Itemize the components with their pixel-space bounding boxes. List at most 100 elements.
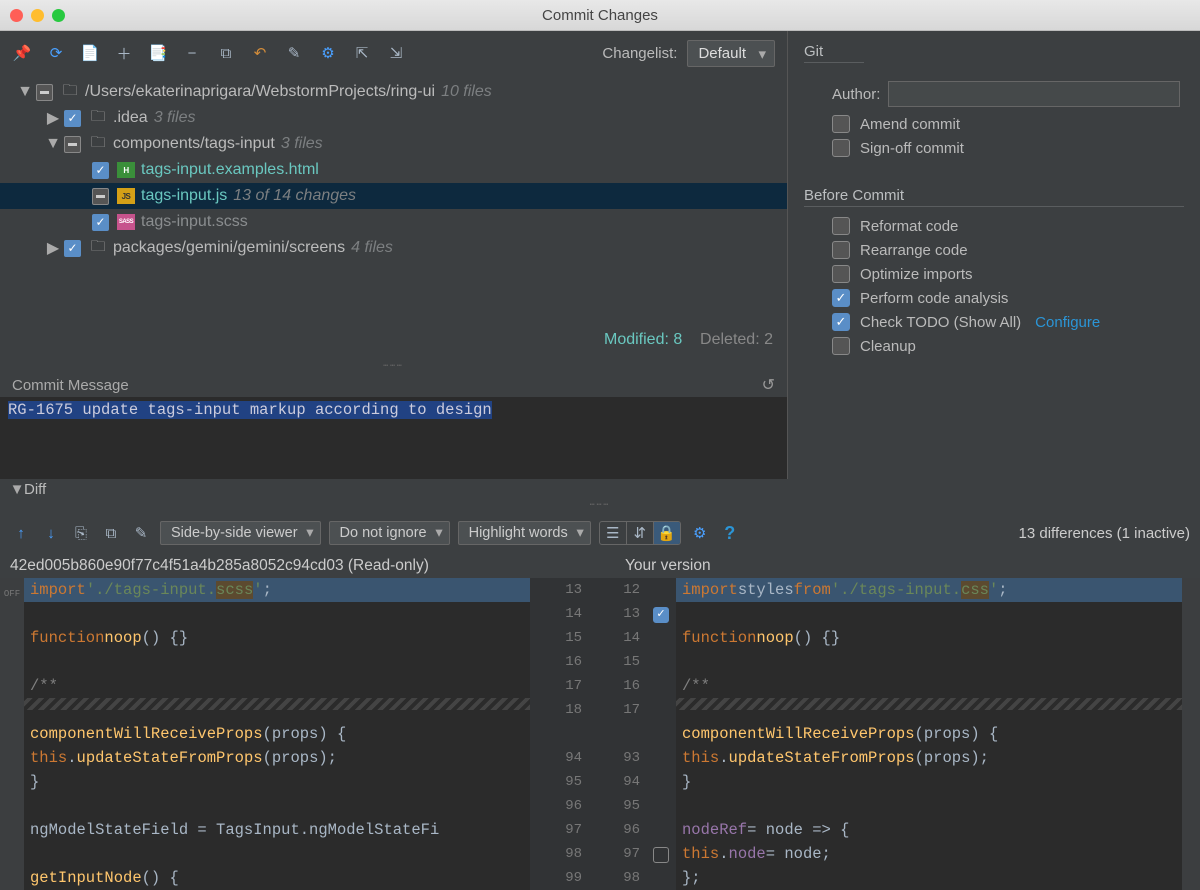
file-name: tags-input.scss [141,213,248,231]
lock-icon[interactable]: 🔒 [654,522,680,544]
diff-settings-icon[interactable]: ⚙ [689,522,711,544]
option-label: Amend commit [860,116,960,133]
option-row[interactable]: Perform code analysis [832,289,1180,307]
checkbox[interactable]: ✓ [92,162,109,179]
diff-icon[interactable]: ⧉ [216,43,236,63]
file-name: tags-input.examples.html [141,161,319,179]
compare-icon[interactable]: ⧉ [100,522,122,544]
checkbox[interactable] [832,217,850,235]
checkbox[interactable]: ✓ [64,110,81,127]
checkbox[interactable] [36,84,53,101]
author-label: Author: [832,86,880,103]
jump-to-source-icon[interactable]: ⎘ [70,522,92,544]
splitter[interactable]: ┅┅┅ [0,361,787,373]
diff-left-title: 42ed005b860e90f77c4f51a4b285a8052c94cd03… [10,557,575,575]
commit-message-input[interactable]: RG-1675 update tags-input markup accordi… [0,397,787,479]
file-meta: 4 files [351,239,393,257]
change-stats: Modified: 8 Deleted: 2 [0,325,787,361]
tree-row[interactable]: ▶ ✓ 🗀 packages/gemini/gemini/screens 4 f… [0,235,787,261]
commit-message-label: Commit Message [12,377,129,394]
changelist-select[interactable]: Default [687,40,775,67]
view-mode-select[interactable]: Side-by-side viewer [160,521,321,545]
next-diff-icon[interactable]: ↓ [40,522,62,544]
file-name: components/tags-input [113,135,275,153]
file-name: tags-input.js [141,187,227,205]
prev-diff-icon[interactable]: ↑ [10,522,32,544]
file-meta: 3 files [281,135,323,153]
tree-row[interactable]: JS tags-input.js 13 of 14 changes [0,183,787,209]
pin-icon[interactable]: 📌 [12,43,32,63]
revert-icon[interactable]: 📄 [80,43,100,63]
checkbox[interactable] [832,241,850,259]
remove-icon[interactable]: − [182,43,202,63]
edit-icon[interactable]: ✎ [284,43,304,63]
file-name: .idea [113,109,148,127]
checkbox[interactable] [832,289,850,307]
files-tree[interactable]: ▼ 🗀 /Users/ekaterinaprigara/WebstormProj… [0,75,787,325]
option-label: Reformat code [860,218,958,235]
checkbox[interactable] [64,136,81,153]
checkbox[interactable]: ✓ [92,214,109,231]
folder-icon: 🗀 [61,84,79,100]
author-input[interactable] [888,81,1180,107]
add-icon[interactable]: ＋ [114,43,134,63]
collapse-unchanged-icon[interactable]: ☰ [600,522,627,544]
changelist-label: Changelist: [602,45,677,62]
diff-right-title: Your version [575,557,1190,575]
include-change-checkbox[interactable]: ✓ [653,607,669,623]
option-row[interactable]: Check TODO (Show All) Configure [832,313,1180,331]
help-icon[interactable]: ? [719,522,741,544]
tree-row[interactable]: ▼ 🗀 components/tags-input 3 files [0,131,787,157]
option-label: Cleanup [860,338,916,355]
sync-scroll-icon[interactable]: ⇵ [627,522,654,544]
tree-row[interactable]: ✓ H tags-input.examples.html [0,157,787,183]
collapse-icon[interactable]: ⇲ [386,43,406,63]
git-section: Git [804,43,864,63]
overview-ruler[interactable] [1182,578,1200,890]
tree-root[interactable]: ▼ 🗀 /Users/ekaterinaprigara/WebstormProj… [0,79,787,105]
rollback-icon[interactable]: ↶ [250,43,270,63]
option-row[interactable]: Amend commit [832,115,1180,133]
option-label: Optimize imports [860,266,973,283]
checkbox[interactable]: ✓ [64,240,81,257]
tree-row[interactable]: ✓ SASS tags-input.scss [0,209,787,235]
diff-label[interactable]: Diff [24,481,46,498]
checkbox[interactable] [832,115,850,133]
dir-icon: 🗀 [89,240,107,256]
window-title: Commit Changes [0,7,1200,24]
gear-icon[interactable]: ⚙ [318,43,338,63]
off-badge: OFF [0,578,24,890]
checkbox[interactable] [92,188,109,205]
expand-icon[interactable]: ⇱ [352,43,372,63]
checkbox[interactable] [832,265,850,283]
option-row[interactable]: Sign-off commit [832,139,1180,157]
file-name: packages/gemini/gemini/screens [113,239,345,257]
diff-viewer[interactable]: OFF import './tags-input.scss'; function… [0,578,1200,890]
h-icon: H [117,162,135,178]
option-row[interactable]: Reformat code [832,217,1180,235]
sass-icon: SASS [117,214,135,230]
configure-link[interactable]: Configure [1035,314,1100,331]
option-row[interactable]: Cleanup [832,337,1180,355]
checkbox[interactable] [832,139,850,157]
highlight-select[interactable]: Highlight words [458,521,591,545]
changelist-icon[interactable]: 📑 [148,43,168,63]
checkbox[interactable] [832,337,850,355]
options-panel: Git Author: Amend commit Sign-off commit… [787,31,1200,479]
option-label: Perform code analysis [860,290,1008,307]
history-icon[interactable]: ↺ [762,375,775,395]
option-label: Rearrange code [860,242,968,259]
diff-count: 13 differences (1 inactive) [1019,525,1190,542]
edit-diff-icon[interactable]: ✎ [130,522,152,544]
whitespace-select[interactable]: Do not ignore [329,521,450,545]
refresh-icon[interactable]: ⟳ [46,43,66,63]
option-row[interactable]: Rearrange code [832,241,1180,259]
file-meta: 13 of 14 changes [233,187,356,205]
include-change-checkbox[interactable] [653,847,669,863]
tree-row[interactable]: ▶ ✓ 🗀 .idea 3 files [0,105,787,131]
titlebar: Commit Changes [0,0,1200,31]
option-row[interactable]: Optimize imports [832,265,1180,283]
checkbox[interactable] [832,313,850,331]
diff-splitter[interactable]: ┅┅┅ [0,500,1200,512]
js-icon: JS [117,188,135,204]
